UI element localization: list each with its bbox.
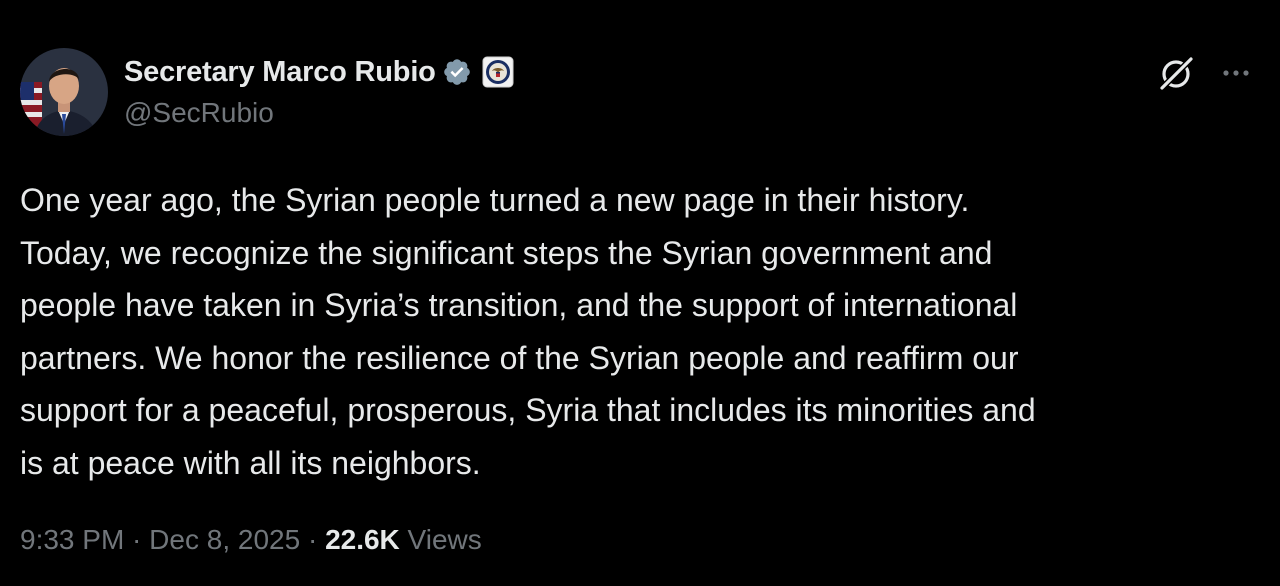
tweet-card: Secretary Marco Rubio @SecRubio One year… bbox=[0, 0, 1280, 586]
tweet-date[interactable]: Dec 8, 2025 bbox=[149, 524, 300, 555]
meta-separator: · bbox=[300, 524, 326, 555]
tweet-time[interactable]: 9:33 PM bbox=[20, 524, 124, 555]
verified-badge-icon[interactable] bbox=[442, 57, 472, 87]
tweet-text-line: partners. We honor the resilience of the… bbox=[20, 339, 1019, 376]
author-handle[interactable]: @SecRubio bbox=[124, 97, 274, 129]
meta-separator: · bbox=[124, 524, 150, 555]
views-count[interactable]: 22.6K bbox=[325, 524, 400, 555]
tweet-text: One year ago, the Syrian people turned a… bbox=[20, 174, 1260, 489]
tweet-text-line: One year ago, the Syrian people turned a… bbox=[20, 182, 970, 218]
more-options-icon[interactable] bbox=[1218, 58, 1254, 88]
state-department-seal-icon[interactable] bbox=[482, 56, 514, 88]
tweet-text-line: is at peace with all its neighbors. bbox=[20, 444, 481, 481]
avatar-image bbox=[20, 48, 108, 136]
author-display-name[interactable]: Secretary Marco Rubio bbox=[124, 56, 436, 89]
tweet-text-line: support for a peaceful, prosperous, Syri… bbox=[20, 392, 1036, 428]
grok-icon[interactable] bbox=[1154, 50, 1200, 96]
tweet-text-line: people have taken in Syria’s transition,… bbox=[20, 287, 1018, 323]
views-label: Views bbox=[399, 524, 482, 555]
tweet-text-line: Today, we recognize the significant step… bbox=[20, 234, 993, 271]
tweet-metadata: 9:33 PM · Dec 8, 2025 · 22.6K Views bbox=[20, 524, 482, 556]
author-name-row: Secretary Marco Rubio bbox=[124, 52, 514, 92]
author-avatar[interactable] bbox=[20, 48, 108, 136]
